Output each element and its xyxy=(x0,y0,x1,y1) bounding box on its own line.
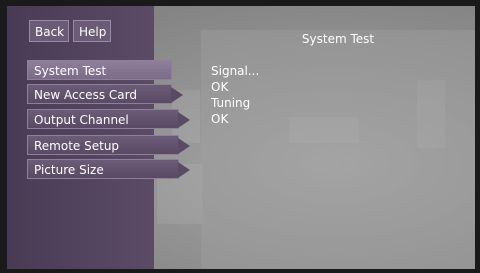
status-line: Tuning xyxy=(211,96,251,110)
system-test-panel: System Test Signal... OK Tuning OK xyxy=(201,30,475,269)
help-button[interactable]: Help xyxy=(73,20,111,42)
menu-item-label: Output Channel xyxy=(34,113,129,127)
menu-item-picture-size[interactable]: Picture Size xyxy=(27,159,190,179)
video-frame: Back Help System Test New Access Card Ou… xyxy=(7,6,475,269)
screen: Back Help System Test New Access Card Ou… xyxy=(0,0,480,273)
menu-item-label: Remote Setup xyxy=(34,139,120,153)
menu-item-remote-setup[interactable]: Remote Setup xyxy=(27,135,190,155)
status-line: OK xyxy=(211,112,229,126)
menu-item-output-channel[interactable]: Output Channel xyxy=(27,109,190,129)
menu-item-label: System Test xyxy=(34,64,107,78)
menu-item-label: Picture Size xyxy=(34,163,104,177)
submenu-arrow-icon xyxy=(178,112,190,128)
back-button[interactable]: Back xyxy=(29,20,69,42)
status-line: OK xyxy=(211,80,229,94)
menu-item-system-test[interactable]: System Test xyxy=(27,60,172,80)
submenu-arrow-icon xyxy=(171,87,183,103)
submenu-arrow-icon xyxy=(178,138,190,154)
menu-item-new-access-card[interactable]: New Access Card xyxy=(27,84,183,104)
menu-item-label: New Access Card xyxy=(34,88,137,102)
status-line: Signal... xyxy=(211,64,260,78)
panel-title: System Test xyxy=(301,32,375,46)
submenu-arrow-icon xyxy=(178,162,190,178)
sidebar: Back Help System Test New Access Card Ou… xyxy=(7,6,190,269)
